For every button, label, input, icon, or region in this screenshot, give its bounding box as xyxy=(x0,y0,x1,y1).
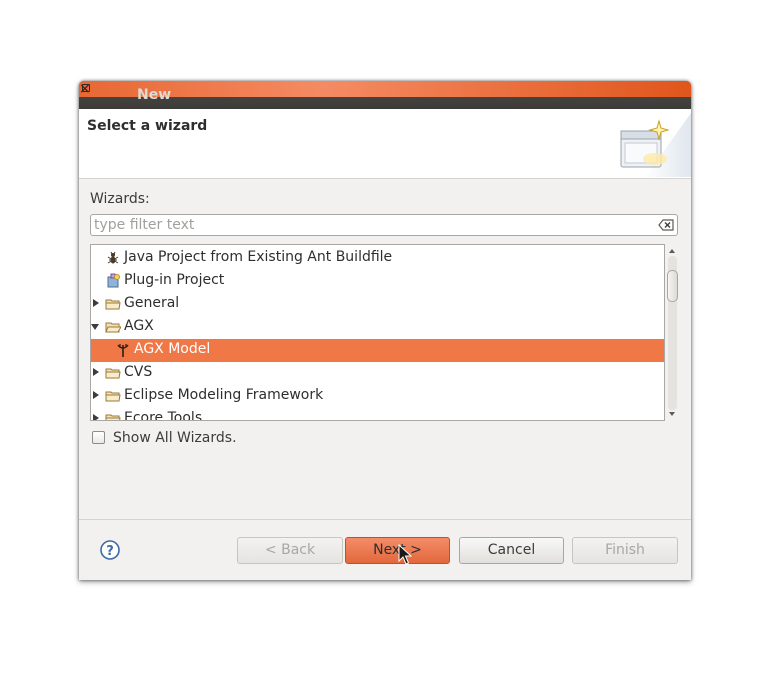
agx-model-icon xyxy=(117,344,129,357)
expand-arrow-icon[interactable] xyxy=(93,391,99,399)
wizard-tree[interactable]: Java Project from Existing Ant Buildfile… xyxy=(90,244,665,421)
mouse-pointer-icon xyxy=(398,544,412,565)
show-all-wizards-label[interactable]: Show All Wizards. xyxy=(113,430,237,446)
tree-item-label: Java Project from Existing Ant Buildfile xyxy=(124,249,393,265)
clear-filter-icon[interactable] xyxy=(658,219,674,231)
tree-item-java-project-ant[interactable]: Java Project from Existing Ant Buildfile xyxy=(91,247,664,270)
filter-field[interactable] xyxy=(90,214,678,236)
new-wizard-banner-icon xyxy=(620,113,691,177)
folder-open-icon xyxy=(105,322,121,333)
expand-arrow-icon[interactable] xyxy=(93,368,99,376)
window-title: New xyxy=(137,87,172,103)
tree-item-label: Ecore Tools xyxy=(124,410,203,421)
help-icon[interactable]: ? xyxy=(100,540,120,560)
new-wizard-dialog: × New Select a wizard Wizards: xyxy=(79,81,691,580)
svg-text:?: ? xyxy=(106,544,114,559)
tree-item-label: Plug-in Project xyxy=(124,272,225,288)
title-bar[interactable]: × New xyxy=(79,81,691,109)
tree-scrollbar[interactable] xyxy=(666,244,679,421)
finish-button[interactable]: Finish xyxy=(572,537,678,564)
wizards-label: Wizards: xyxy=(90,191,150,207)
back-button[interactable]: < Back xyxy=(237,537,343,564)
tree-item-label: Eclipse Modeling Framework xyxy=(124,387,324,403)
ant-icon xyxy=(107,251,119,264)
folder-icon xyxy=(105,368,121,379)
show-all-wizards-checkbox[interactable] xyxy=(92,431,105,444)
scrollbar-thumb[interactable] xyxy=(667,270,678,302)
collapse-arrow-icon[interactable] xyxy=(91,324,99,330)
expand-arrow-icon[interactable] xyxy=(93,299,99,307)
button-bar-separator xyxy=(79,519,691,520)
folder-icon xyxy=(105,299,121,310)
wizard-header: Select a wizard xyxy=(79,109,691,179)
tree-item-label: AGX Model xyxy=(134,341,211,357)
folder-icon xyxy=(105,414,121,420)
cancel-button[interactable]: Cancel xyxy=(459,537,564,564)
tree-item-general[interactable]: General xyxy=(91,293,664,316)
tree-item-plugin-project[interactable]: Plug-in Project xyxy=(91,270,664,293)
page-title: Select a wizard xyxy=(87,118,208,134)
tree-item-cvs[interactable]: CVS xyxy=(91,362,664,385)
tree-item-agx-model[interactable]: AGX Model xyxy=(91,339,664,362)
filter-input[interactable] xyxy=(94,216,649,234)
folder-icon xyxy=(105,391,121,402)
plugin-icon xyxy=(107,273,120,288)
tree-item-agx[interactable]: AGX xyxy=(91,316,664,339)
expand-arrow-icon[interactable] xyxy=(93,414,99,420)
tree-item-ecore-tools[interactable]: Ecore Tools xyxy=(91,408,664,421)
tree-item-label: AGX xyxy=(124,318,154,334)
tree-item-eclipse-modeling-framework[interactable]: Eclipse Modeling Framework xyxy=(91,385,664,408)
scroll-down-arrow-icon[interactable] xyxy=(669,412,675,416)
tree-item-label: CVS xyxy=(124,364,153,380)
tree-item-label: General xyxy=(124,295,180,311)
scroll-up-arrow-icon[interactable] xyxy=(669,249,675,253)
